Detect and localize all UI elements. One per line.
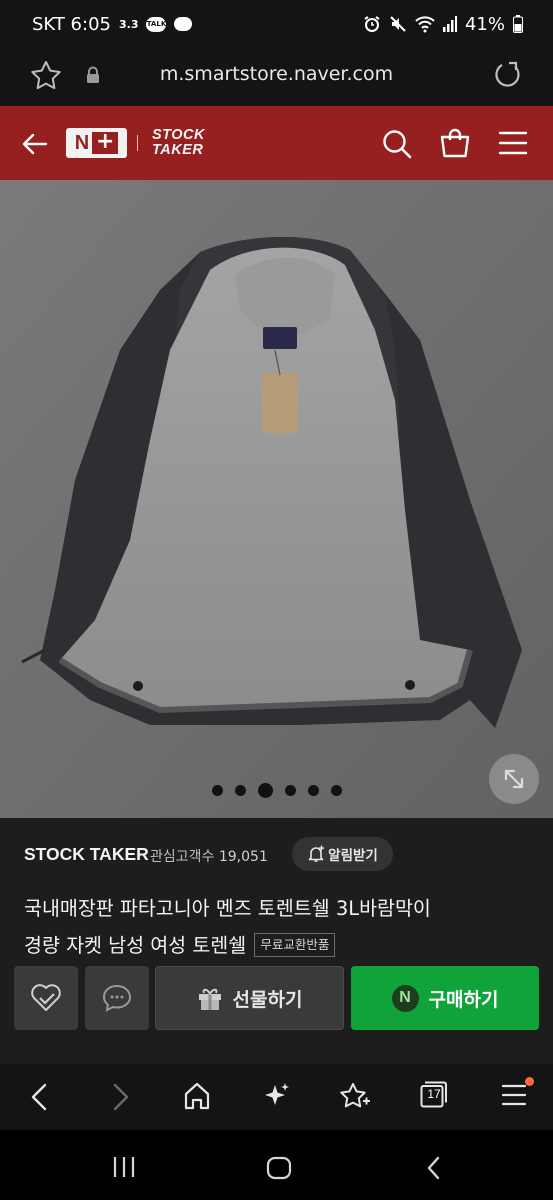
gift-label: 선물하기 — [232, 988, 303, 1011]
tabs-button[interactable]: 17 — [420, 1081, 447, 1108]
store-name[interactable]: STOCK TAKER — [24, 844, 149, 865]
pagination-dot[interactable] — [234, 785, 246, 796]
product-image-gallery[interactable] — [0, 180, 553, 818]
sparkle-ai-icon[interactable] — [262, 1081, 292, 1111]
hamburger-menu-icon[interactable] — [498, 131, 528, 155]
system-back-icon[interactable] — [424, 1156, 444, 1180]
signal-icon — [442, 16, 457, 32]
pagination-dot-active[interactable] — [257, 783, 273, 798]
browser-menu-icon[interactable] — [501, 1081, 527, 1109]
status-bar: SKT 6:05 3.3 TALK 41% — [0, 0, 553, 48]
chat-bubble-icon — [102, 984, 132, 1012]
browser-back-icon[interactable] — [26, 1081, 54, 1113]
carrier-time: SKT 6:05 — [32, 13, 111, 35]
mute-icon — [390, 16, 406, 32]
logo-line-2: TAKER — [152, 142, 204, 158]
browser-toolbar: 17 — [0, 1064, 553, 1130]
battery-icon — [513, 15, 523, 33]
url-text[interactable]: m.smartstore.naver.com — [0, 63, 553, 85]
back-arrow-icon[interactable] — [20, 129, 50, 159]
alarm-icon — [364, 16, 380, 32]
notification-subscribe-button[interactable]: 알림받기 — [292, 837, 393, 871]
naver-pay-icon: N — [391, 984, 419, 1012]
product-photo — [0, 180, 553, 818]
store-logo[interactable]: STOCK TAKER — [152, 128, 205, 158]
chat-inquiry-button[interactable] — [85, 966, 149, 1030]
heart-check-icon — [31, 984, 61, 1011]
wishlist-button[interactable] — [14, 966, 78, 1030]
kakaotalk-icon: TALK — [146, 16, 167, 32]
followers-number: 19,051 — [218, 849, 268, 865]
gift-button[interactable]: 선물하기 — [155, 966, 344, 1030]
network-speed: 3.3 — [118, 17, 139, 31]
search-icon[interactable] — [381, 128, 413, 160]
product-title-line-2: 경량 자켓 남성 여성 토렌쉘 — [24, 934, 247, 957]
logo-n: N — [74, 131, 90, 154]
pagination-dot[interactable] — [284, 785, 296, 796]
logo-divider — [137, 135, 138, 151]
pagination-dot[interactable] — [211, 785, 223, 796]
product-title-line-1: 국내매장판 파타고니아 멘즈 토렌트쉘 3L바람막이 — [24, 897, 431, 920]
battery-percent: 41% — [464, 13, 505, 35]
browser-address-bar: m.smartstore.naver.com — [0, 48, 553, 106]
tab-count: 17 — [427, 1087, 441, 1101]
home-icon[interactable] — [183, 1081, 211, 1111]
store-header: N + STOCK TAKER — [0, 106, 553, 180]
browser-forward-icon[interactable] — [106, 1081, 134, 1113]
reload-icon[interactable] — [493, 60, 523, 90]
buy-label: 구매하기 — [428, 988, 499, 1011]
gallery-pagination — [0, 783, 553, 798]
alarm-label: 알림받기 — [328, 848, 378, 864]
purchase-action-bar: 선물하기 N 구매하기 — [0, 966, 553, 1030]
recent-apps-icon[interactable] — [112, 1156, 136, 1178]
followers-label: 관심고객수 — [150, 849, 215, 865]
home-button-icon[interactable] — [266, 1156, 292, 1180]
android-navigation-bar — [0, 1130, 553, 1200]
logo-line-1: STOCK — [152, 127, 205, 143]
product-title: 국내매장판 파타고니아 멘즈 토렌트쉘 3L바람막이 경량 자켓 남성 여성 토… — [24, 890, 534, 964]
follower-count: 관심고객수 19,051 — [150, 846, 268, 866]
bell-plus-icon — [308, 845, 325, 862]
bookmarks-star-icon[interactable] — [339, 1081, 371, 1111]
pagination-dot[interactable] — [330, 785, 342, 796]
message-icon — [174, 17, 193, 31]
logo-plus: + — [92, 131, 119, 154]
free-return-badge: 무료교환반품 — [254, 933, 336, 957]
pagination-dot[interactable] — [307, 785, 319, 796]
naver-plus-logo[interactable]: N + — [66, 128, 127, 158]
shopping-bag-icon[interactable] — [439, 127, 471, 159]
buy-button[interactable]: N 구매하기 — [351, 966, 539, 1030]
gift-box-icon — [198, 988, 221, 1010]
wifi-icon — [415, 16, 435, 33]
menu-notification-dot — [525, 1077, 534, 1086]
